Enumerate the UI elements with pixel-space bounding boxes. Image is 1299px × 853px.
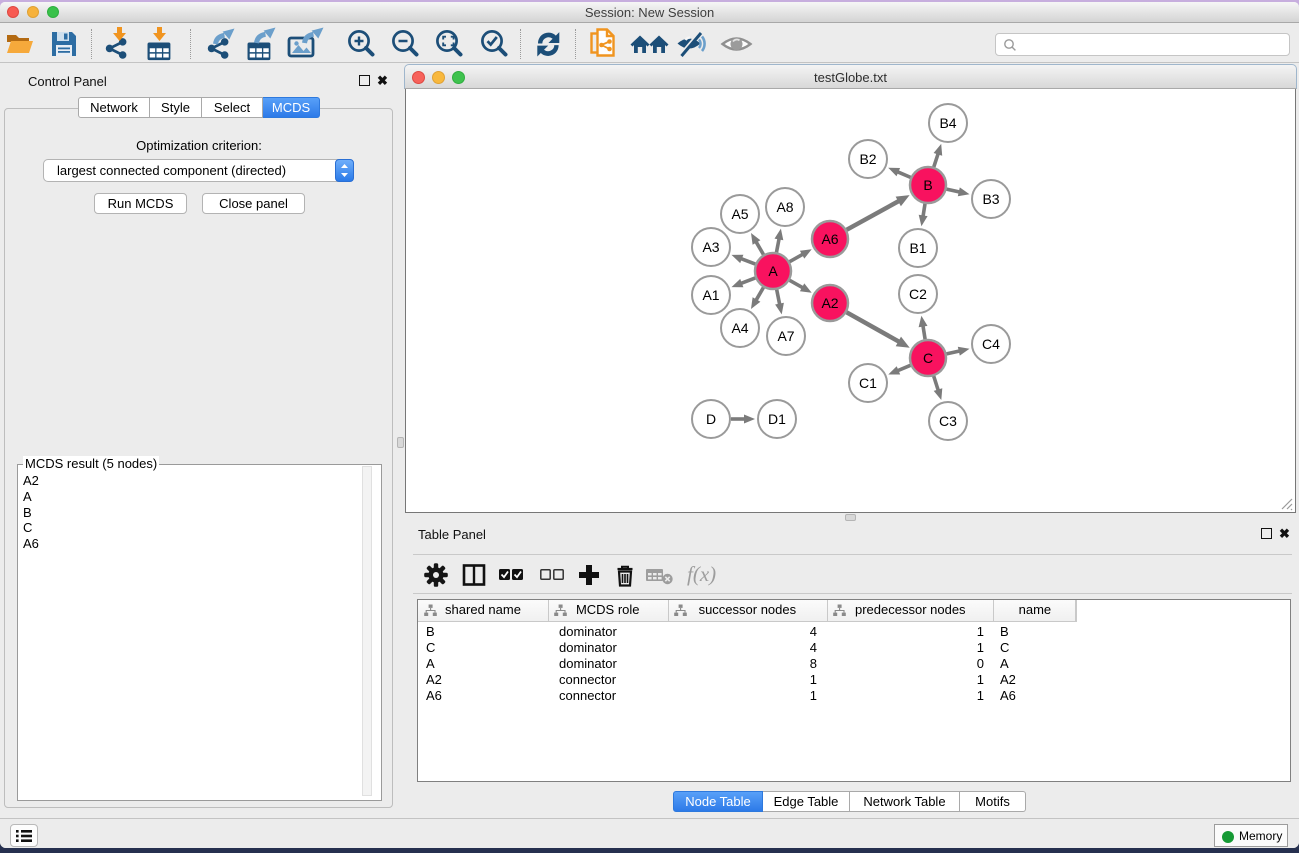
- svg-text:A7: A7: [777, 328, 794, 344]
- svg-text:A: A: [768, 263, 778, 279]
- svg-text:C1: C1: [859, 375, 877, 391]
- svg-text:A5: A5: [731, 206, 748, 222]
- svg-text:A4: A4: [731, 320, 748, 336]
- svg-text:B: B: [923, 177, 932, 193]
- svg-text:C3: C3: [939, 413, 957, 429]
- svg-text:A8: A8: [776, 199, 793, 215]
- svg-text:B1: B1: [909, 240, 926, 256]
- svg-text:A1: A1: [702, 287, 719, 303]
- svg-text:B3: B3: [982, 191, 999, 207]
- svg-text:C: C: [923, 350, 933, 366]
- svg-text:D1: D1: [768, 411, 786, 427]
- svg-text:C4: C4: [982, 336, 1000, 352]
- svg-text:A3: A3: [702, 239, 719, 255]
- svg-text:A2: A2: [821, 295, 838, 311]
- svg-text:B2: B2: [859, 151, 876, 167]
- svg-text:C2: C2: [909, 286, 927, 302]
- svg-text:A6: A6: [821, 231, 838, 247]
- svg-text:D: D: [706, 411, 716, 427]
- svg-text:B4: B4: [939, 115, 956, 131]
